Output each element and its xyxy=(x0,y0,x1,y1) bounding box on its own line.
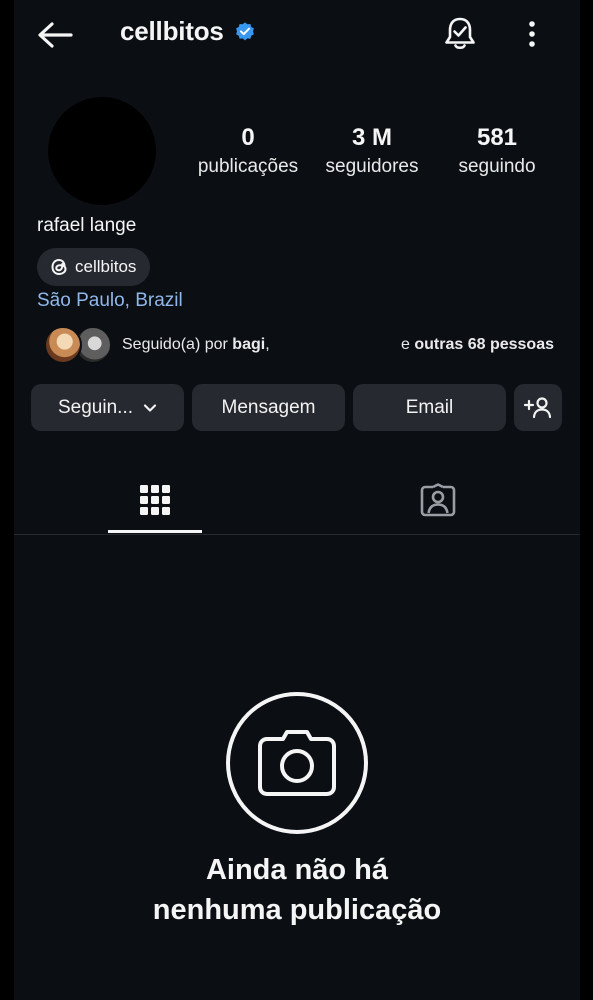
followers-label: seguidores xyxy=(325,156,419,177)
mutual-avatar xyxy=(44,326,82,364)
posts-count: 0 xyxy=(241,124,255,151)
message-label: Mensagem xyxy=(221,396,316,418)
username: cellbitos xyxy=(120,16,224,46)
followed-by-text: Seguido(a) por bagi, xyxy=(122,336,270,353)
tagged-person-icon xyxy=(420,482,456,516)
profile-screen: cellbitos 0 publicações 3 M seguidores 5… xyxy=(14,0,580,1000)
threads-icon xyxy=(51,258,67,276)
threads-link[interactable]: cellbitos xyxy=(37,248,151,286)
tab-posts-grid[interactable] xyxy=(108,465,202,534)
verified-badge-icon xyxy=(235,21,254,40)
following-label: seguindo xyxy=(458,156,536,177)
email-label: Email xyxy=(405,396,454,418)
followed-by-others: e outras 68 pessoas xyxy=(401,336,554,353)
chevron-down-icon xyxy=(143,403,157,412)
empty-state-line2: nenhuma publicação xyxy=(152,894,442,926)
empty-state-line1: Ainda não há xyxy=(205,854,389,886)
tab-tagged[interactable] xyxy=(391,465,485,534)
threads-handle: cellbitos xyxy=(75,257,137,276)
profile-tabs xyxy=(14,465,580,535)
add-person-icon xyxy=(524,396,552,418)
email-button[interactable]: Email xyxy=(353,384,506,431)
location-link[interactable]: São Paulo, Brazil xyxy=(37,290,183,312)
profile-stats: 0 publicações 3 M seguidores 581 seguind… xyxy=(190,122,550,192)
message-button[interactable]: Mensagem xyxy=(192,384,345,431)
posts-label: publicações xyxy=(197,156,299,177)
add-person-button[interactable] xyxy=(514,384,562,431)
active-tab-indicator xyxy=(108,530,202,533)
following-button[interactable]: Seguin... xyxy=(31,384,184,431)
stat-followers[interactable]: 3 M seguidores xyxy=(318,122,426,180)
username-header: cellbitos xyxy=(120,16,256,47)
top-bar: cellbitos xyxy=(14,0,580,68)
followed-by[interactable]: Seguido(a) por bagi, e outras 68 pessoas xyxy=(44,326,554,366)
camera-icon xyxy=(258,730,336,796)
notifications-button[interactable] xyxy=(440,14,480,54)
empty-state-title: Ainda não há nenhuma publicação xyxy=(14,850,580,930)
back-button[interactable] xyxy=(34,14,76,56)
stat-posts[interactable]: 0 publicações xyxy=(190,122,306,180)
grid-icon xyxy=(140,484,170,515)
full-name: rafael lange xyxy=(37,215,137,236)
profile-avatar[interactable] xyxy=(48,97,156,205)
empty-state-camera xyxy=(226,692,368,834)
following-count: 581 xyxy=(476,124,518,151)
stat-following[interactable]: 581 seguindo xyxy=(448,122,546,180)
followers-count: 3 M xyxy=(351,124,392,151)
following-label: Seguin... xyxy=(58,396,133,418)
more-vertical-icon xyxy=(529,21,535,47)
arrow-left-icon xyxy=(38,22,73,48)
mutual-name: bagi xyxy=(232,336,266,353)
more-options-button[interactable] xyxy=(518,14,546,54)
bell-check-icon xyxy=(445,17,475,50)
